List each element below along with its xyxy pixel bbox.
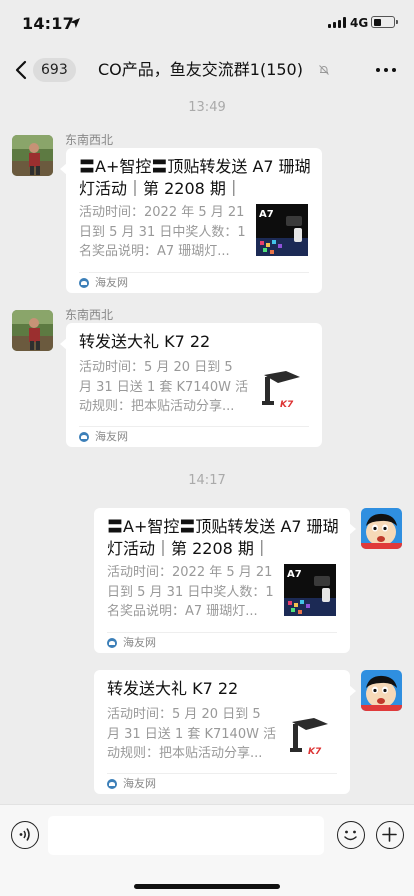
signal-icon (328, 17, 346, 28)
thumbnail-brand-text: A7 (287, 569, 302, 580)
thumbnail-brand-text: A7 (259, 209, 274, 220)
more-dots-icon[interactable] (376, 62, 396, 78)
link-card-title: 转发送大礼 K7 22 (79, 332, 211, 351)
source-label: 海友网 (95, 276, 128, 289)
link-card-description: 活动时间：2022 年 5 月 21 日到 5 月 31 日中奖人数：1 名奖品… (107, 565, 274, 619)
battery-fill (373, 18, 381, 26)
source-site-icon (107, 638, 117, 648)
chat-title: CO产品，鱼友交流群1(150) (98, 60, 303, 79)
link-card-message[interactable]: 〓A+智控〓顶贴转发送 A7 珊瑚灯活动｜第 2208 期｜ 活动时间：2022… (94, 508, 356, 653)
thumbnail-brand-text: K7 (308, 747, 322, 757)
source-label: 海友网 (123, 636, 156, 649)
link-card-divider (107, 632, 337, 633)
my-avatar[interactable] (361, 670, 402, 711)
link-card-description: 活动时间：2022 年 5 月 21 日到 5 月 31 日中奖人数：1 名奖品… (79, 205, 246, 259)
message-timestamp: 14:17 (188, 473, 226, 488)
link-card-description: 活动时间：5 月 20 日到 5 月 31 日送 1 套 K7140W 活动规则… (107, 707, 277, 761)
source-site-icon (107, 779, 117, 789)
link-card-divider (107, 773, 337, 774)
plus-icon[interactable] (376, 821, 404, 849)
home-indicator (134, 884, 280, 889)
source-site-icon (79, 432, 89, 442)
source-label: 海友网 (123, 777, 156, 790)
my-avatar[interactable] (361, 508, 402, 549)
link-card-title: 转发送大礼 K7 22 (107, 679, 239, 698)
mute-bell-icon (319, 65, 329, 75)
sender-name: 东南西北 (65, 308, 114, 322)
thumbnail-brand-text: K7 (280, 400, 294, 410)
link-card-source: 海友网 (79, 430, 128, 444)
message-timestamp: 13:49 (188, 100, 226, 115)
link-card-title: 〓A+智控〓顶贴转发送 A7 珊瑚灯活动｜第 2208 期｜ (107, 517, 339, 558)
emoji-icon[interactable] (337, 821, 365, 849)
link-card-message[interactable]: 转发送大礼 K7 22 活动时间：5 月 20 日到 5 月 31 日送 1 套… (60, 323, 322, 447)
link-card-source: 海友网 (79, 276, 128, 290)
chat-input-bar (0, 804, 414, 896)
bubble-tail (60, 163, 67, 175)
source-label: 海友网 (95, 430, 128, 443)
voice-icon[interactable] (11, 821, 39, 849)
link-card-thumbnail: K7 (256, 361, 308, 413)
network-label: 4G (350, 16, 369, 30)
back-chevron-icon[interactable] (14, 60, 30, 80)
link-card-thumbnail: A7 (256, 204, 308, 256)
bubble-tail (349, 523, 356, 535)
chat-header: 693 CO产品，鱼友交流群1(150) (0, 46, 414, 94)
link-card-title: 〓A+智控〓顶贴转发送 A7 珊瑚灯活动｜第 2208 期｜ (79, 157, 311, 198)
bubble-tail (60, 338, 67, 350)
sender-name: 东南西北 (65, 133, 114, 147)
unread-count-badge[interactable]: 693 (33, 58, 76, 82)
link-card-source: 海友网 (107, 777, 156, 791)
link-card-thumbnail: A7 (284, 564, 336, 616)
status-bar: 14:17 4G (0, 0, 414, 46)
sender-avatar[interactable] (12, 310, 53, 351)
link-card-message[interactable]: 〓A+智控〓顶贴转发送 A7 珊瑚灯活动｜第 2208 期｜ 活动时间：2022… (60, 148, 322, 293)
sender-avatar[interactable] (12, 135, 53, 176)
link-card-divider (79, 426, 309, 427)
bubble-tail (349, 685, 356, 697)
link-card-description: 活动时间：5 月 20 日到 5 月 31 日送 1 套 K7140W 活动规则… (79, 360, 249, 414)
status-time: 14:17 (22, 14, 74, 33)
link-card-divider (79, 272, 309, 273)
link-card-source: 海友网 (107, 636, 156, 650)
link-card-message[interactable]: 转发送大礼 K7 22 活动时间：5 月 20 日到 5 月 31 日送 1 套… (94, 670, 356, 794)
source-site-icon (79, 278, 89, 288)
location-arrow-icon (70, 18, 80, 28)
link-card-thumbnail: K7 (284, 708, 336, 760)
message-input[interactable] (48, 816, 324, 855)
battery-icon (371, 16, 398, 28)
